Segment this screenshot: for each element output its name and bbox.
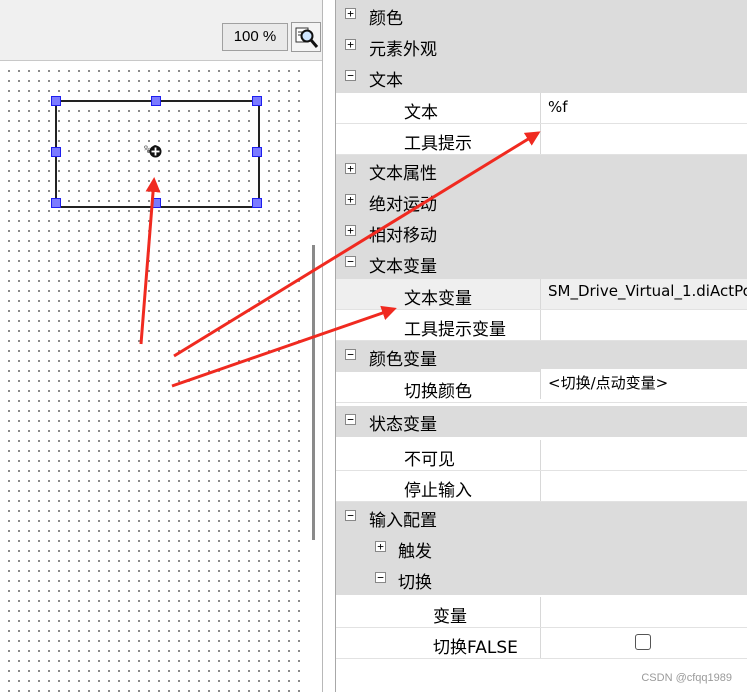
collapse-minus-icon[interactable]: − [345,349,356,360]
category-absolute-motion[interactable]: + 绝对运动 [336,186,747,217]
property-label: 工具提示变量 [404,320,506,340]
expand-plus-icon[interactable]: + [345,225,356,236]
expand-plus-icon[interactable]: + [345,194,356,205]
category-color[interactable]: + 颜色 [336,0,747,31]
category-relative-motion[interactable]: + 相对移动 [336,217,747,248]
expand-plus-icon[interactable]: + [345,39,356,50]
category-label: 元素外观 [369,40,437,60]
invisible-value-field[interactable] [540,440,747,470]
property-toggle-color[interactable]: 切换颜色 <切换/点动变量> [336,369,747,403]
category-label: 状态变量 [369,415,437,435]
zoom-button[interactable] [291,22,321,52]
watermark-text: CSDN @cfqq1989 [641,672,732,684]
editor-toolbar: 100 % [0,0,322,61]
tooltip-variable-value-field[interactable] [540,310,747,340]
stop-input-value-field[interactable] [540,471,747,501]
move-cursor-icon [149,145,162,158]
subcategory-trigger[interactable]: + 触发 [336,533,747,564]
toggle-color-value-field[interactable]: <切换/点动变量> [540,369,747,399]
resize-handle-bottom-left[interactable] [51,198,61,208]
category-label: 相对移动 [369,226,437,246]
property-invisible[interactable]: 不可见 [336,440,747,471]
expand-plus-icon[interactable]: + [345,163,356,174]
properties-panel: + 颜色 + 元素外观 − 文本 文本 %f 工具提示 + 文本属性 + 绝对运… [335,0,747,692]
property-label: 切换颜色 [404,382,472,402]
category-input-config[interactable]: − 输入配置 [336,502,747,533]
canvas-scrollbar[interactable] [312,245,315,540]
collapse-minus-icon[interactable]: − [345,70,356,81]
category-label: 触发 [398,542,432,562]
resize-handle-left[interactable] [51,147,61,157]
property-label: 工具提示 [404,134,472,154]
category-label: 颜色 [369,9,403,29]
property-variable[interactable]: 变量 [336,597,747,628]
resize-handle-top[interactable] [151,96,161,106]
category-text-properties[interactable]: + 文本属性 [336,155,747,186]
property-tooltip[interactable]: 工具提示 [336,124,747,155]
category-text-variable[interactable]: − 文本变量 [336,248,747,279]
property-text-variable[interactable]: 文本变量 SM_Drive_Virtual_1.diActPosition [336,279,747,310]
resize-handle-bottom[interactable] [151,198,161,208]
category-label: 颜色变量 [369,350,437,370]
category-label: 绝对运动 [369,195,437,215]
category-text[interactable]: − 文本 [336,62,747,93]
collapse-minus-icon[interactable]: − [345,256,356,267]
expand-plus-icon[interactable]: + [375,541,386,552]
variable-value-field[interactable] [540,597,747,627]
expand-plus-icon[interactable]: + [345,8,356,19]
property-tooltip-variable[interactable]: 工具提示变量 [336,310,747,341]
property-label: 切换FALSE [433,638,518,658]
visualization-editor: 100 % %f [0,0,335,692]
magnifier-icon [295,27,319,48]
property-label: 停止输入 [404,481,472,501]
collapse-minus-icon[interactable]: − [345,510,356,521]
property-toggle-false[interactable]: 切换FALSE [336,628,747,659]
property-label: 文本变量 [404,289,472,309]
tooltip-value-field[interactable] [540,124,747,154]
canvas-scroll-track [322,0,335,692]
property-text[interactable]: 文本 %f [336,93,747,124]
resize-handle-top-left[interactable] [51,96,61,106]
text-variable-value-field[interactable]: SM_Drive_Virtual_1.diActPosition [540,279,747,309]
toggle-false-checkbox[interactable] [635,634,651,650]
property-label: 不可见 [404,450,455,470]
category-label: 输入配置 [369,511,437,531]
category-label: 文本 [369,71,403,91]
category-label: 文本属性 [369,164,437,184]
category-label: 文本变量 [369,257,437,277]
resize-handle-bottom-right[interactable] [252,198,262,208]
category-color-variable[interactable]: − 颜色变量 [336,341,747,372]
collapse-minus-icon[interactable]: − [345,414,356,425]
property-label: 文本 [404,103,438,123]
resize-handle-top-right[interactable] [252,96,262,106]
resize-handle-right[interactable] [252,147,262,157]
category-state-variable[interactable]: − 状态变量 [336,406,747,437]
subcategory-toggle[interactable]: − 切换 [336,564,747,595]
zoom-level-field[interactable]: 100 % [222,23,288,51]
category-appearance[interactable]: + 元素外观 [336,31,747,62]
property-label: 变量 [433,607,467,627]
property-stop-input[interactable]: 停止输入 [336,471,747,502]
category-label: 切换 [398,573,432,593]
collapse-minus-icon[interactable]: − [375,572,386,583]
text-value-field[interactable]: %f [540,93,747,123]
